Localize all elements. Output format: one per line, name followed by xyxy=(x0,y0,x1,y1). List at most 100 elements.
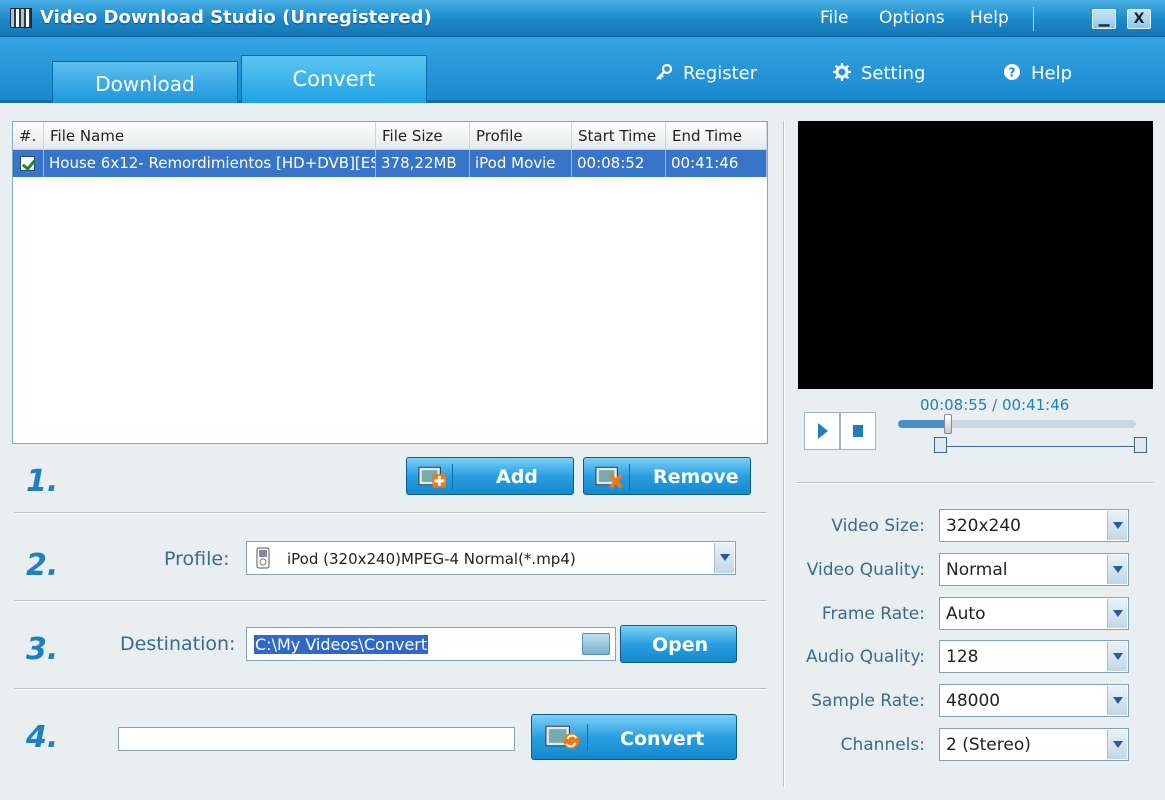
chevron-down-icon[interactable] xyxy=(1107,511,1127,540)
frame-rate-label: Frame Rate: xyxy=(821,604,925,624)
col-end-time[interactable]: End Time xyxy=(666,122,767,149)
chevron-down-icon[interactable] xyxy=(1107,555,1127,584)
profile-value: iPod (320x240)MPEG-4 Normal(*.mp4) xyxy=(287,550,576,568)
profile-select[interactable]: iPod (320x240)MPEG-4 Normal(*.mp4) xyxy=(246,541,736,575)
menu-file[interactable]: File xyxy=(820,8,848,28)
divider-3 xyxy=(15,688,767,690)
tab-bar: Download Convert Register Setting ? Help xyxy=(0,37,1165,103)
chevron-down-icon[interactable] xyxy=(1107,642,1127,671)
frame-rate-value: Auto xyxy=(946,604,986,624)
register-link[interactable]: Register xyxy=(655,63,757,84)
tab-convert[interactable]: Convert xyxy=(241,55,427,103)
step-1-number: 1. xyxy=(26,464,59,499)
cell-file-size: 378,22MB xyxy=(376,150,470,177)
convert-progress-bar xyxy=(118,727,515,751)
menu-divider xyxy=(1033,7,1034,31)
close-button[interactable]: X xyxy=(1127,9,1151,29)
file-list-header: #. File Name File Size Profile Start Tim… xyxy=(13,122,767,150)
step-3-number: 3. xyxy=(26,632,59,667)
player-timecode: 00:08:55 / 00:41:46 xyxy=(920,396,1070,414)
play-icon xyxy=(818,423,828,439)
add-file-icon xyxy=(418,464,453,490)
sample-rate-label: Sample Rate: xyxy=(811,691,925,711)
divider-1 xyxy=(15,512,767,514)
tab-download[interactable]: Download xyxy=(52,61,238,103)
help-icon: ? xyxy=(1004,64,1020,80)
remove-file-icon xyxy=(595,464,630,490)
seek-handle[interactable] xyxy=(943,414,952,434)
divider-2 xyxy=(15,600,767,602)
col-file-name[interactable]: File Name xyxy=(44,122,376,149)
open-button[interactable]: Open xyxy=(620,625,737,663)
chevron-down-icon[interactable] xyxy=(1107,686,1127,715)
cell-start-time: 00:08:52 xyxy=(572,150,666,177)
trim-start-marker[interactable] xyxy=(934,437,947,453)
title-bar: Video Download Studio (Unregistered) Fil… xyxy=(0,0,1165,37)
destination-label: Destination: xyxy=(120,633,236,655)
folder-icon[interactable] xyxy=(582,633,610,655)
col-profile[interactable]: Profile xyxy=(470,122,572,149)
window-title: Video Download Studio (Unregistered) xyxy=(40,7,432,28)
frame-rate-select[interactable]: Auto xyxy=(939,597,1129,630)
settings-divider xyxy=(797,482,1153,484)
col-start-time[interactable]: Start Time xyxy=(572,122,666,149)
setting-link[interactable]: Setting xyxy=(833,63,925,84)
convert-button[interactable]: Convert xyxy=(531,714,737,760)
sample-rate-select[interactable]: 48000 xyxy=(939,684,1129,717)
audio-quality-value: 128 xyxy=(946,647,979,667)
convert-icon xyxy=(545,724,588,750)
col-file-size[interactable]: File Size xyxy=(376,122,470,149)
video-quality-value: Normal xyxy=(946,560,1008,580)
seek-progress xyxy=(898,420,948,428)
step-4-number: 4. xyxy=(26,720,59,755)
profile-label: Profile: xyxy=(164,548,230,570)
cell-file-name: House 6x12- Remordimientos [HD+DVB][ES..… xyxy=(44,150,376,177)
menu-options[interactable]: Options xyxy=(879,8,945,28)
menu-help[interactable]: Help xyxy=(970,8,1009,28)
add-button[interactable]: Add xyxy=(406,457,574,495)
chevron-down-icon[interactable] xyxy=(714,543,734,573)
open-label: Open xyxy=(652,634,709,656)
setting-label: Setting xyxy=(861,63,926,84)
trim-range-line xyxy=(940,446,1140,447)
stop-icon xyxy=(853,425,863,437)
row-checkbox-cell xyxy=(13,150,44,177)
register-label: Register xyxy=(683,63,758,84)
channels-value: 2 (Stereo) xyxy=(946,735,1031,755)
destination-input[interactable]: C:\My Videos\Convert xyxy=(246,627,616,661)
cell-profile: iPod Movie xyxy=(470,150,572,177)
channels-label: Channels: xyxy=(840,735,925,755)
add-label: Add xyxy=(496,466,538,488)
trim-end-marker[interactable] xyxy=(1134,437,1147,453)
video-quality-select[interactable]: Normal xyxy=(939,553,1129,586)
video-size-value: 320x240 xyxy=(946,516,1021,536)
remove-button[interactable]: Remove xyxy=(583,457,751,495)
sample-rate-value: 48000 xyxy=(946,691,1001,711)
remove-label: Remove xyxy=(653,466,739,488)
vertical-divider xyxy=(783,121,785,787)
film-icon xyxy=(10,8,32,28)
chevron-down-icon[interactable] xyxy=(1107,730,1127,759)
table-row[interactable]: House 6x12- Remordimientos [HD+DVB][ES..… xyxy=(13,150,767,177)
video-size-label: Video Size: xyxy=(831,516,925,536)
col-number[interactable]: #. xyxy=(13,122,44,149)
channels-select[interactable]: 2 (Stereo) xyxy=(939,728,1129,761)
step-2-number: 2. xyxy=(26,548,59,583)
audio-quality-select[interactable]: 128 xyxy=(939,640,1129,673)
minimize-button[interactable]: ▁ xyxy=(1092,9,1116,29)
chevron-down-icon[interactable] xyxy=(1107,599,1127,628)
audio-quality-label: Audio Quality: xyxy=(806,647,925,667)
video-quality-label: Video Quality: xyxy=(806,560,925,580)
key-icon xyxy=(656,63,673,80)
video-size-select[interactable]: 320x240 xyxy=(939,509,1129,542)
svg-text:?: ? xyxy=(1009,66,1016,80)
seek-slider[interactable] xyxy=(898,414,1136,434)
gear-icon xyxy=(833,63,851,81)
stop-button[interactable] xyxy=(840,412,876,450)
cell-end-time: 00:41:46 xyxy=(666,150,767,177)
row-checkbox[interactable] xyxy=(20,156,35,171)
help-link[interactable]: ? Help xyxy=(1003,63,1072,84)
play-button[interactable] xyxy=(804,412,840,450)
file-list[interactable]: #. File Name File Size Profile Start Tim… xyxy=(12,121,768,444)
video-preview xyxy=(798,121,1153,389)
